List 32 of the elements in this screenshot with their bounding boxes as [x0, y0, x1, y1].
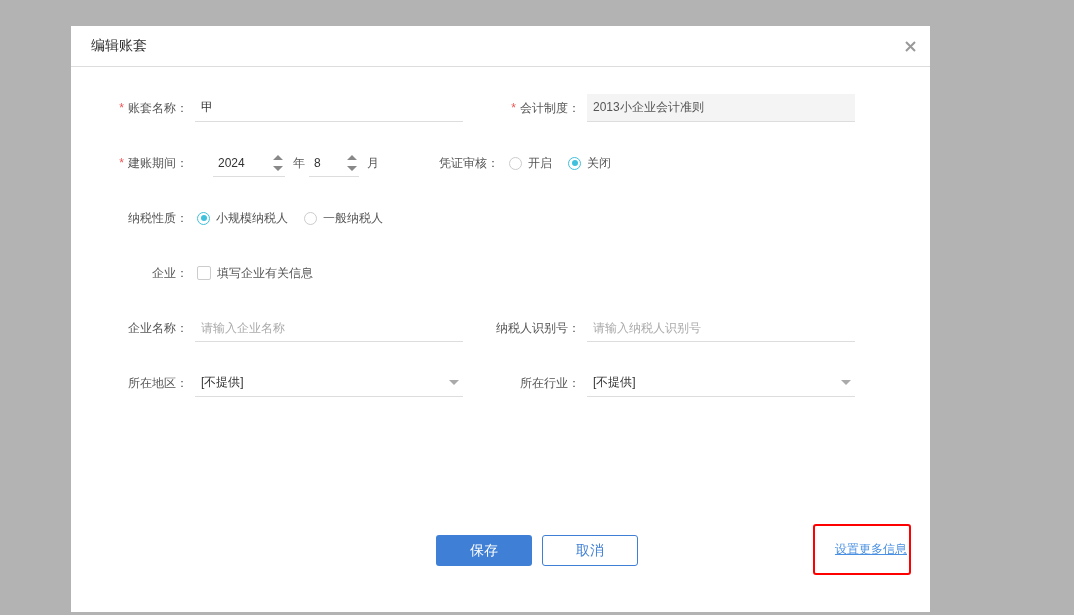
year-field[interactable]: 2024	[213, 149, 285, 177]
field-label: 纳税人识别号：	[496, 319, 580, 337]
radio-label[interactable]: 一般纳税人	[323, 209, 383, 227]
more-info-link[interactable]: 设置更多信息	[835, 541, 907, 558]
field-label: 账套名称：	[128, 99, 188, 117]
spinner-icon[interactable]	[273, 153, 283, 172]
dialog-title: 编辑账套	[91, 37, 147, 55]
field-label: 企业：	[152, 264, 188, 282]
field-label: 所在行业：	[520, 374, 580, 392]
checkbox[interactable]	[197, 266, 211, 280]
field-label: 纳税性质：	[128, 209, 188, 227]
field-label: 企业名称：	[128, 319, 188, 337]
radio-label[interactable]: 开启	[528, 154, 552, 172]
unit-label: 年	[293, 154, 305, 172]
field-label: 建账期间：	[128, 154, 188, 172]
field-label: 所在地区：	[128, 374, 188, 392]
required-mark: *	[119, 101, 124, 115]
checkbox-label[interactable]: 填写企业有关信息	[217, 264, 313, 282]
field-label: 会计制度：	[520, 99, 580, 117]
spinner-icon[interactable]	[347, 153, 357, 172]
cancel-button[interactable]: 取消	[542, 535, 638, 566]
month-field[interactable]: 8	[309, 149, 359, 177]
required-mark: *	[119, 156, 124, 170]
field-label: 凭证审核：	[439, 154, 499, 172]
caret-icon	[449, 380, 459, 385]
radio-label[interactable]: 小规模纳税人	[216, 209, 288, 227]
unit-label: 月	[367, 154, 379, 172]
radio-label[interactable]: 关闭	[587, 154, 611, 172]
save-button[interactable]: 保存	[436, 535, 532, 566]
required-mark: *	[511, 101, 516, 115]
close-icon[interactable]	[905, 40, 916, 52]
caret-icon	[841, 380, 851, 385]
